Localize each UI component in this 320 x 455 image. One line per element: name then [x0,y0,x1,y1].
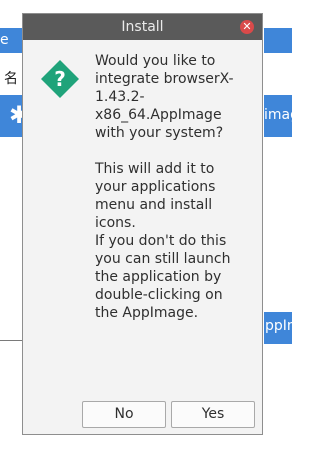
install-dialog: Install ✕ ? Would you like to integrate … [22,13,263,435]
no-button[interactable]: No [82,401,166,428]
dialog-title: Install [121,19,164,35]
background-window-edge [0,340,22,341]
svg-text:?: ? [54,67,66,91]
background-row-text-2: ppIm [265,318,301,334]
details-text: This will add it to your applications me… [95,161,231,321]
background-row-text: imag [264,107,299,123]
background-header-bar-right [264,28,292,53]
dialog-titlebar[interactable]: Install ✕ [23,14,262,40]
dialog-message: Would you like to integrate browserX-1.4… [95,52,245,322]
question-text: Would you like to integrate browserX-1.4… [95,53,234,141]
close-icon[interactable]: ✕ [240,20,254,34]
background-column-header: 名 [4,71,18,87]
yes-button[interactable]: Yes [171,401,255,428]
background-header-text: e [0,32,9,48]
question-icon: ? [41,60,79,98]
